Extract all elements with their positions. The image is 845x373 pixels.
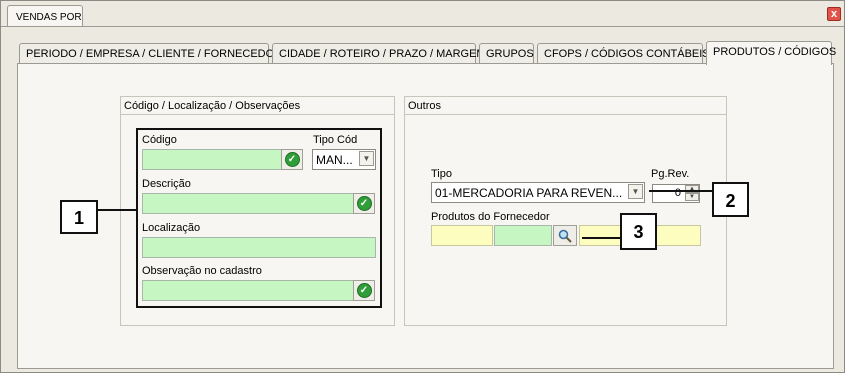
fornecedor-id-field[interactable]	[494, 225, 552, 246]
callout-2: 2	[712, 182, 749, 217]
localizacao-label: Localização	[142, 222, 201, 234]
descricao-confirm-button[interactable]: ✓	[353, 193, 375, 214]
group-rule	[405, 114, 726, 115]
codigo-confirm-button[interactable]: ✓	[281, 149, 303, 170]
observacao-label: Observação no cadastro	[142, 265, 262, 277]
chevron-down-icon[interactable]: ▼	[359, 151, 374, 166]
tipo-cod-label: Tipo Cód	[313, 134, 358, 146]
tab-grupos[interactable]: GRUPOS	[479, 43, 534, 64]
close-button[interactable]: x	[827, 7, 841, 21]
descricao-field[interactable]	[142, 193, 354, 214]
check-icon: ✓	[356, 196, 372, 211]
check-icon: ✓	[284, 152, 300, 167]
tab-cidade-roteiro[interactable]: CIDADE / ROTEIRO / PRAZO / MARGEM	[272, 43, 486, 64]
spin-down-icon[interactable]: ▼	[685, 193, 699, 201]
localizacao-field[interactable]	[142, 237, 376, 258]
title-divider	[1, 26, 844, 27]
pgrev-spin-buttons[interactable]: ▲ ▼	[685, 185, 699, 202]
fornecedor-search-button[interactable]	[553, 225, 577, 246]
tipo-select[interactable]: 01-MERCADORIA PARA REVEN...	[431, 182, 645, 203]
tipo-value: 01-MERCADORIA PARA REVEN...	[435, 186, 623, 200]
callout-3-line	[582, 237, 620, 239]
produtos-fornecedor-label: Produtos do Fornecedor	[431, 211, 550, 223]
callout-1-line	[98, 209, 136, 211]
observacao-confirm-button[interactable]: ✓	[353, 280, 375, 301]
codigo-label: Código	[142, 134, 177, 146]
tab-produtos-codigos[interactable]: PRODUTOS / CÓDIGOS	[706, 41, 836, 65]
tipo-cod-value: MAN...	[316, 153, 353, 167]
callout-2-line	[649, 190, 712, 192]
pgrev-value: 0	[674, 187, 681, 199]
descricao-label: Descrição	[142, 178, 191, 190]
window-title: VENDAS POR	[7, 5, 83, 27]
group-rule	[121, 114, 394, 115]
pgrev-label: Pg.Rev.	[651, 168, 690, 180]
fornecedor-code-field[interactable]	[431, 225, 493, 246]
chevron-down-icon[interactable]: ▼	[628, 184, 643, 199]
codigo-field[interactable]	[142, 149, 282, 170]
callout-1: 1	[60, 200, 98, 234]
search-icon	[558, 229, 572, 243]
group-title-outros: Outros	[408, 100, 442, 112]
callout-3: 3	[620, 213, 657, 250]
tipo-label: Tipo	[431, 168, 452, 180]
observacao-field[interactable]	[142, 280, 354, 301]
tab-cfops[interactable]: CFOPS / CÓDIGOS CONTÁBEIS	[537, 43, 710, 64]
tab-periodo-empresa[interactable]: PERIODO / EMPRESA / CLIENTE / FORNECEDOR	[19, 43, 282, 64]
vendas-por-window: VENDAS POR x PERIODO / EMPRESA / CLIENTE…	[0, 0, 845, 373]
group-title-codigo: Código / Localização / Observações	[124, 100, 301, 112]
check-icon: ✓	[356, 283, 372, 298]
